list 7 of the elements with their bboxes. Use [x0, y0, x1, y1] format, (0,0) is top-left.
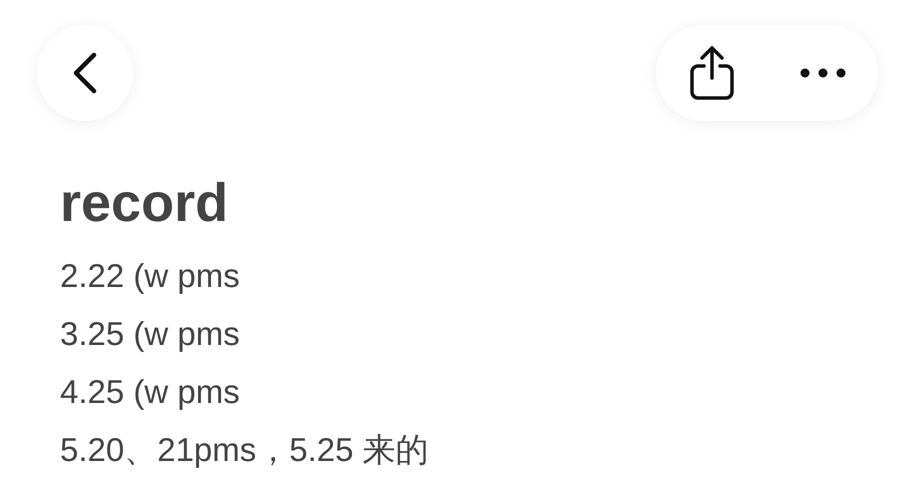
note-title: record — [60, 173, 230, 233]
note-line: 5.20、21pms，5.25 来的 — [60, 430, 430, 470]
note-line: 3.25 (w pms — [60, 314, 241, 354]
note-line: 4.25 (w pms — [60, 372, 241, 412]
share-icon — [688, 44, 736, 102]
more-icon — [798, 67, 846, 79]
note-line: 2.22 (w pms — [60, 256, 241, 296]
